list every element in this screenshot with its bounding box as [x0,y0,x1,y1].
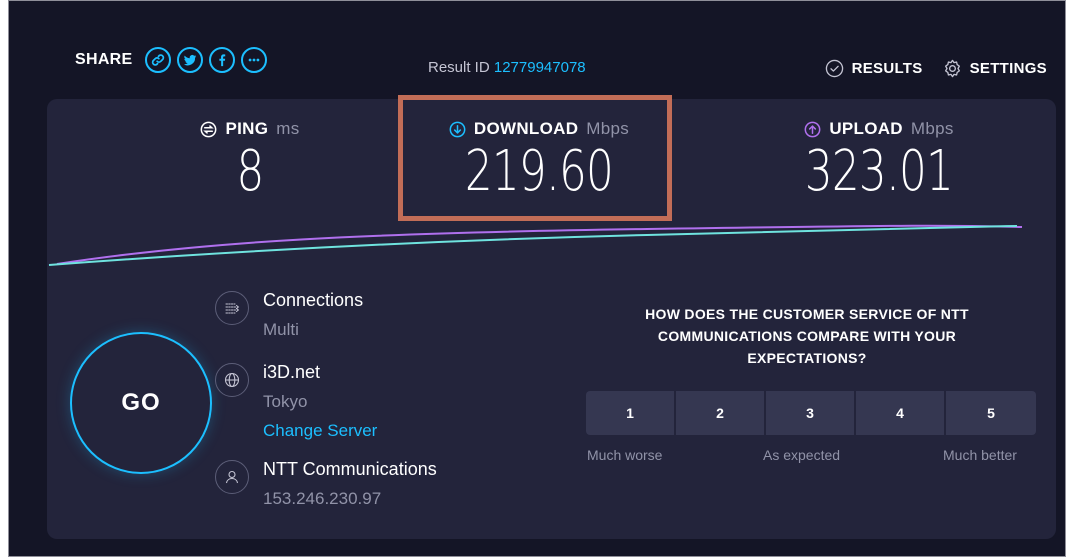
connections-icon [215,291,249,325]
share-more-button[interactable] [240,47,267,73]
twitter-icon [183,54,196,66]
rating-5-button[interactable]: 5 [946,391,1036,435]
server-host: i3D.net [263,362,321,382]
gear-icon [944,59,960,78]
server-location: Tokyo [263,392,308,411]
rating-4-button[interactable]: 4 [856,391,944,435]
rating-3-button[interactable]: 3 [766,391,854,435]
share-label: SHARE [75,51,133,68]
upload-header: UPLOAD Mbps [759,119,999,139]
upload-unit: Mbps [910,119,954,138]
provider-name: NTT Communications [263,459,437,479]
scale-low-label: Much worse [587,447,663,463]
speedtest-window: SHARE Result ID 12779947078 RESULTS SETT… [8,0,1066,557]
connections-mode[interactable]: Multi [263,320,363,340]
connections-info: Connections Multi [215,289,363,340]
upload-metric: UPLOAD Mbps 323.01 [759,119,999,203]
ping-label: PING [225,119,269,138]
ping-icon [201,121,217,137]
check-circle-icon [825,59,843,78]
connections-title: Connections [263,290,364,310]
more-icon [248,58,259,62]
provider-ip: 153.246.230.97 [263,489,382,508]
ping-value: 8 [236,139,264,204]
change-server-link[interactable]: Change Server [263,421,377,441]
server-info: i3D.net Tokyo Change Server [215,361,377,441]
result-panel: PING ms 8 DOWNLOAD Mbps 219.60 UPLOAD Mb [47,95,1056,539]
settings-button[interactable]: SETTINGS [943,59,1047,78]
share-bar: SHARE [75,47,267,73]
provider-info: NTT Communications 153.246.230.97 [215,458,437,509]
rating-buttons: 1 2 3 4 5 [586,391,1036,435]
share-twitter-button[interactable] [176,47,203,73]
results-button[interactable]: RESULTS [825,59,923,78]
go-button[interactable]: GO [70,332,212,474]
link-icon [151,54,164,66]
ping-header: PING ms [175,119,325,139]
upload-label: UPLOAD [829,119,903,138]
scale-high-label: Much better [943,447,1017,463]
speed-graph [48,224,1023,266]
survey-question: HOW DOES THE CUSTOMER SERVICE OF NTT COM… [645,306,969,366]
upload-graph-line [56,224,1023,265]
settings-label: SETTINGS [969,60,1047,77]
ping-metric: PING ms 8 [175,119,325,203]
scale-mid-label: As expected [763,447,841,463]
results-label: RESULTS [851,60,923,77]
globe-icon [215,363,249,397]
rating-2-button[interactable]: 2 [676,391,764,435]
rating-1-button[interactable]: 1 [586,391,674,435]
upload-arrow-icon [804,121,821,137]
user-icon [215,460,249,494]
upload-value: 323.01 [804,139,954,204]
ping-unit: ms [276,119,300,138]
share-link-button[interactable] [144,47,171,73]
top-nav: RESULTS SETTINGS [825,59,1047,78]
facebook-icon [218,54,225,67]
result-id-link[interactable]: 12779947078 [494,59,586,76]
download-highlight-box [398,95,672,221]
share-facebook-button[interactable] [208,47,235,73]
result-id-label: Result ID [428,59,490,76]
result-id: Result ID 12779947078 [428,59,586,76]
